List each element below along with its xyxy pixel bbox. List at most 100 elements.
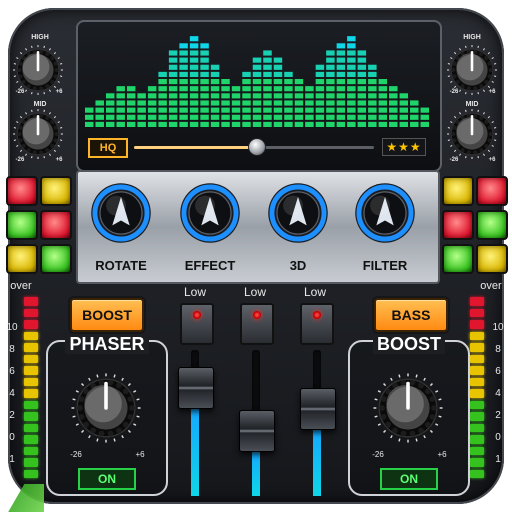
- quality-stars: ★★★: [382, 138, 426, 156]
- phaser-title-wrap: PHASER: [48, 334, 166, 355]
- eq-segment: [273, 57, 283, 63]
- low-button-3[interactable]: [300, 303, 334, 345]
- eq-segment: [284, 107, 293, 113]
- boost-on-button[interactable]: ON: [380, 468, 438, 490]
- eq-segment: [263, 57, 272, 63]
- mid-knob-label-left: MID: [33, 101, 47, 108]
- seek-thumb[interactable]: [248, 138, 267, 156]
- low-label-2: Low: [243, 285, 266, 299]
- eq-segment: [168, 71, 178, 77]
- pad-left-2-1[interactable]: [6, 210, 38, 240]
- fader-cap-1[interactable]: [178, 366, 214, 409]
- fader-cap-2[interactable]: [239, 410, 275, 453]
- eq-segment: [200, 50, 209, 56]
- eq-segment: [336, 79, 346, 85]
- eq-segment: [294, 86, 304, 92]
- eq-segment: [242, 100, 251, 106]
- filter-knob[interactable]: [354, 182, 416, 244]
- vu-segment: [470, 423, 484, 432]
- eq-segment: [126, 100, 136, 106]
- low-label-3: Low: [303, 285, 326, 299]
- pad-right-2-1[interactable]: [442, 210, 474, 240]
- mid-knob-left[interactable]: [12, 108, 64, 160]
- rotate-knob[interactable]: [90, 182, 152, 244]
- mid-knob-right[interactable]: [446, 108, 498, 160]
- pad-right-2-2[interactable]: [476, 210, 508, 240]
- eq-segment: [147, 93, 157, 99]
- eq-segment: [305, 107, 314, 113]
- pad-right-1-1[interactable]: [442, 176, 474, 206]
- eq-segment: [200, 100, 209, 106]
- eq-segment: [189, 36, 199, 42]
- pad-left-3-1[interactable]: [6, 244, 38, 274]
- eq-segment: [242, 107, 251, 113]
- low-button-2[interactable]: [240, 303, 274, 345]
- eq-segment: [85, 121, 94, 127]
- eq-segment: [210, 86, 220, 92]
- eq-segment: [210, 107, 220, 113]
- filter-label: FILTER: [362, 258, 408, 273]
- effect-knob[interactable]: [179, 182, 241, 244]
- vu-segment: [24, 435, 38, 444]
- eq-segment: [105, 114, 115, 120]
- boost-max: +6: [437, 450, 447, 459]
- eq-segment: [284, 71, 293, 77]
- high-knob-right[interactable]: [446, 44, 498, 96]
- eq-segment: [252, 93, 262, 99]
- eq-segment: [410, 114, 419, 120]
- eq-segment: [210, 121, 220, 127]
- eq-segment: [347, 71, 356, 77]
- seek-fill: [134, 146, 257, 149]
- vu-scale-label: 0: [9, 432, 15, 443]
- pad-left-1-1[interactable]: [6, 176, 38, 206]
- eq-segment: [294, 121, 304, 127]
- eq-segment: [305, 93, 314, 99]
- eq-segment: [326, 93, 335, 99]
- boost-button[interactable]: BOOST: [70, 298, 144, 332]
- 3d-knob[interactable]: [267, 182, 329, 244]
- eq-segment: [368, 86, 377, 92]
- eq-segment: [221, 93, 230, 99]
- eq-segment: [273, 79, 283, 85]
- hq-badge[interactable]: HQ: [88, 138, 128, 158]
- pad-left-1-2[interactable]: [40, 176, 72, 206]
- bass-button[interactable]: BASS: [374, 298, 448, 332]
- eq-segment: [410, 100, 419, 106]
- boost-knob[interactable]: [372, 372, 444, 444]
- vu-segment: [24, 308, 38, 317]
- vu-segment: [470, 458, 484, 467]
- phaser-on-button[interactable]: ON: [78, 468, 136, 490]
- pad-right-1-2[interactable]: [476, 176, 508, 206]
- vu-segment: [24, 354, 38, 363]
- eq-segment: [189, 57, 199, 63]
- vu-scale-label: 6: [495, 366, 501, 377]
- eq-segment: [116, 114, 125, 120]
- eq-segment: [210, 64, 220, 70]
- vu-segment: [24, 458, 38, 467]
- eq-segment: [158, 121, 167, 127]
- vu-scale-left: 10 8 6 4 2 0 1: [2, 296, 22, 480]
- high-knob-left[interactable]: [12, 44, 64, 96]
- eq-segment: [189, 93, 199, 99]
- eq-segment: [179, 114, 188, 120]
- eq-segment: [315, 100, 325, 106]
- pad-left-2-2[interactable]: [40, 210, 72, 240]
- pad-left-3-2[interactable]: [40, 244, 72, 274]
- eq-segment: [179, 100, 188, 106]
- eq-segment: [357, 57, 367, 63]
- eq-segment: [179, 79, 188, 85]
- eq-segment: [105, 107, 115, 113]
- eq-segment: [200, 43, 209, 49]
- low-button-1[interactable]: [180, 303, 214, 345]
- pad-right-3-2[interactable]: [476, 244, 508, 274]
- vu-over-label-left: over: [10, 280, 32, 292]
- eq-segment: [326, 107, 335, 113]
- phaser-knob[interactable]: [70, 372, 142, 444]
- pad-right-3-1[interactable]: [442, 244, 474, 274]
- eq-segment: [347, 107, 356, 113]
- fader-cap-3[interactable]: [300, 388, 336, 431]
- eq-segment: [221, 79, 230, 85]
- eq-segment: [263, 107, 272, 113]
- eq-segment: [95, 107, 104, 113]
- eq-segment: [347, 121, 356, 127]
